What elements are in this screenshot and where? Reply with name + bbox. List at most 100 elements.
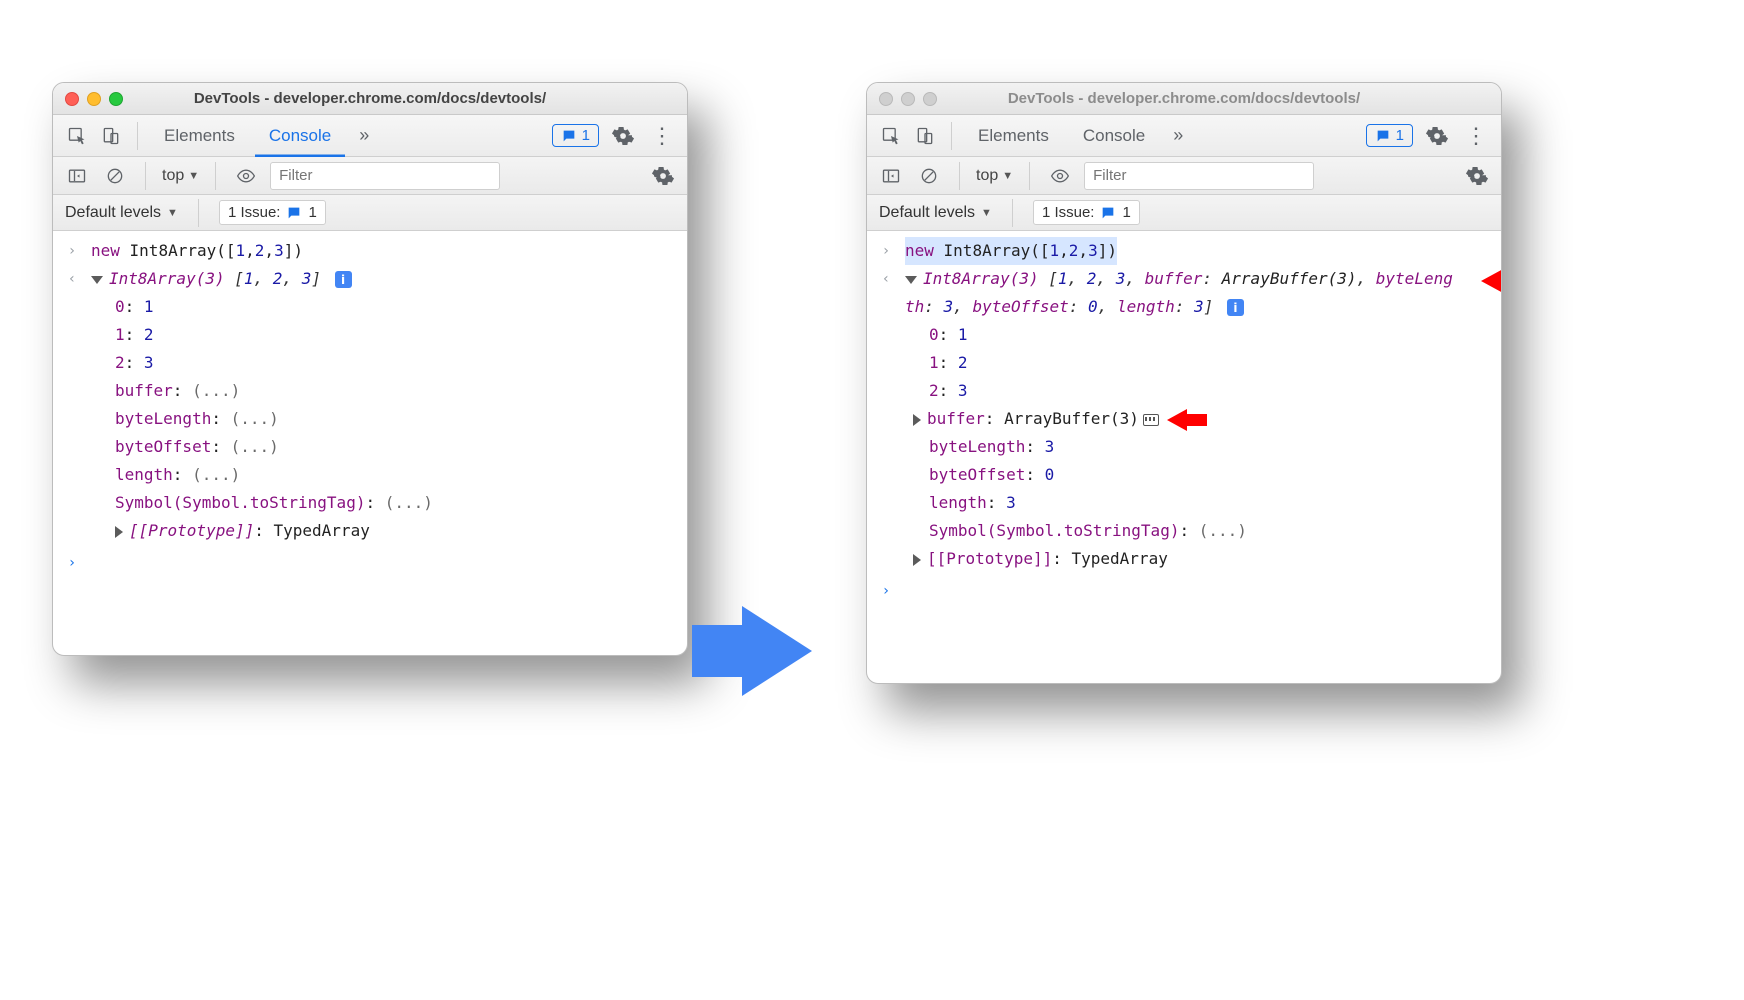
tree-entry[interactable]: 0: 1 [85, 293, 687, 321]
console-settings-gear-icon[interactable] [649, 162, 677, 190]
traffic-lights [65, 92, 123, 106]
separator [137, 122, 138, 150]
tab-elements[interactable]: Elements [150, 115, 249, 157]
tree-proto[interactable]: [[Prototype]]: TypedArray [899, 545, 1501, 573]
console-settings-gear-icon[interactable] [1463, 162, 1491, 190]
execution-context-selector[interactable]: top▼ [976, 167, 1013, 185]
console-input-text: new Int8Array([1,2,3]) [905, 237, 1117, 265]
tabs-overflow-button[interactable]: » [351, 125, 377, 146]
separator [1029, 162, 1030, 190]
tree-proto[interactable]: [[Prototype]]: TypedArray [85, 517, 687, 545]
sidebar-toggle-icon[interactable] [877, 162, 905, 190]
message-icon [561, 128, 577, 144]
tree-prop[interactable]: byteOffset: (...) [85, 433, 687, 461]
tree-entry[interactable]: 2: 3 [899, 377, 1501, 405]
tree-entry[interactable]: 1: 2 [85, 321, 687, 349]
device-toggle-icon[interactable] [911, 122, 939, 150]
dropdown-triangle-icon: ▼ [1002, 170, 1013, 182]
traffic-lights [879, 92, 937, 106]
clear-console-icon[interactable] [101, 162, 129, 190]
tree-entry[interactable]: 0: 1 [899, 321, 1501, 349]
tree-prop[interactable]: Symbol(Symbol.toStringTag): (...) [899, 517, 1501, 545]
console-prompt[interactable]: › [53, 545, 687, 581]
live-expression-icon[interactable] [1046, 162, 1074, 190]
separator [951, 122, 952, 150]
console-input-text: new Int8Array([1,2,3]) [91, 237, 303, 265]
settings-gear-icon[interactable] [609, 122, 637, 150]
issues-pill[interactable]: 1 [552, 124, 599, 147]
prompt-chevron-icon: › [63, 549, 81, 577]
tree-prop[interactable]: length: 3 [899, 489, 1501, 517]
message-icon [1375, 128, 1391, 144]
console-body: › new Int8Array([1,2,3]) ‹ Int8Array(3) … [53, 231, 687, 655]
tab-console[interactable]: Console [255, 115, 345, 157]
object-summary[interactable]: Int8Array(3) [1, 2, 3, buffer: ArrayBuff… [905, 265, 1461, 321]
device-toggle-icon[interactable] [97, 122, 125, 150]
console-prompt[interactable]: › [867, 573, 1501, 609]
log-levels-selector[interactable]: Default levels▼ [65, 204, 178, 222]
devtools-window-before: DevTools - developer.chrome.com/docs/dev… [52, 82, 688, 656]
inspect-icon[interactable] [877, 122, 905, 150]
console-output-row: ‹ Int8Array(3) [1, 2, 3, buffer: ArrayBu… [867, 265, 1501, 321]
separator [145, 162, 146, 190]
expand-toggle-icon[interactable] [115, 526, 123, 538]
expand-toggle-icon[interactable] [913, 554, 921, 566]
tabs-overflow-button[interactable]: » [1165, 125, 1191, 146]
tree-prop[interactable]: length: (...) [85, 461, 687, 489]
issues-pill[interactable]: 1 [1366, 124, 1413, 147]
tree-prop[interactable]: byteLength: 3 [899, 433, 1501, 461]
memory-inspector-icon[interactable] [1143, 414, 1159, 426]
tree-entry[interactable]: 1: 2 [899, 349, 1501, 377]
expand-toggle-icon[interactable] [91, 276, 103, 284]
tree-prop[interactable]: byteLength: (...) [85, 405, 687, 433]
object-tree: 0: 1 1: 2 2: 3 buffer: ArrayBuffer(3) by… [867, 321, 1501, 573]
console-toolbar: top▼ [53, 157, 687, 195]
minimize-window-icon[interactable] [87, 92, 101, 106]
titlebar: DevTools - developer.chrome.com/docs/dev… [53, 83, 687, 115]
filter-input[interactable] [1084, 162, 1314, 190]
console-input-row: › new Int8Array([1,2,3]) [53, 237, 687, 265]
console-output-row: ‹ Int8Array(3) [1, 2, 3] i [53, 265, 687, 293]
input-chevron-icon: › [63, 237, 81, 265]
close-window-icon[interactable] [65, 92, 79, 106]
console-input-row: › new Int8Array([1,2,3]) [867, 237, 1501, 265]
clear-console-icon[interactable] [915, 162, 943, 190]
input-chevron-icon: › [877, 237, 895, 265]
window-title: DevTools - developer.chrome.com/docs/dev… [867, 90, 1501, 107]
tree-prop[interactable]: buffer: (...) [85, 377, 687, 405]
zoom-window-icon[interactable] [109, 92, 123, 106]
devtools-window-after: DevTools - developer.chrome.com/docs/dev… [866, 82, 1502, 684]
settings-gear-icon[interactable] [1423, 122, 1451, 150]
minimize-window-icon[interactable] [901, 92, 915, 106]
transition-arrow-icon [742, 606, 812, 696]
object-tree: 0: 1 1: 2 2: 3 buffer: (...) byteLength:… [53, 293, 687, 545]
object-summary[interactable]: Int8Array(3) [1, 2, 3] i [91, 265, 352, 293]
dropdown-triangle-icon: ▼ [167, 207, 178, 219]
tree-prop[interactable]: byteOffset: 0 [899, 461, 1501, 489]
close-window-icon[interactable] [879, 92, 893, 106]
expand-toggle-icon[interactable] [913, 414, 921, 426]
live-expression-icon[interactable] [232, 162, 260, 190]
info-badge-icon[interactable]: i [335, 271, 352, 288]
zoom-window-icon[interactable] [923, 92, 937, 106]
inspect-icon[interactable] [63, 122, 91, 150]
console-body: › new Int8Array([1,2,3]) ‹ Int8Array(3) … [867, 231, 1501, 683]
log-levels-selector[interactable]: Default levels▼ [879, 204, 992, 222]
sidebar-toggle-icon[interactable] [63, 162, 91, 190]
tree-prop[interactable]: Symbol(Symbol.toStringTag): (...) [85, 489, 687, 517]
tab-console[interactable]: Console [1069, 115, 1159, 157]
callout-arrow-icon [1481, 268, 1502, 294]
message-icon [1100, 205, 1116, 221]
output-chevron-icon: ‹ [63, 265, 81, 293]
issues-box[interactable]: 1 Issue: 1 [1033, 200, 1140, 225]
info-badge-icon[interactable]: i [1227, 299, 1244, 316]
main-tab-strip: Elements Console » 1 ⋮ [867, 115, 1501, 157]
issues-box[interactable]: 1 Issue: 1 [219, 200, 326, 225]
tree-buffer[interactable]: buffer: ArrayBuffer(3) [899, 405, 1501, 433]
filter-input[interactable] [270, 162, 500, 190]
expand-toggle-icon[interactable] [905, 276, 917, 284]
window-title: DevTools - developer.chrome.com/docs/dev… [53, 90, 687, 107]
tree-entry[interactable]: 2: 3 [85, 349, 687, 377]
tab-elements[interactable]: Elements [964, 115, 1063, 157]
execution-context-selector[interactable]: top▼ [162, 167, 199, 185]
